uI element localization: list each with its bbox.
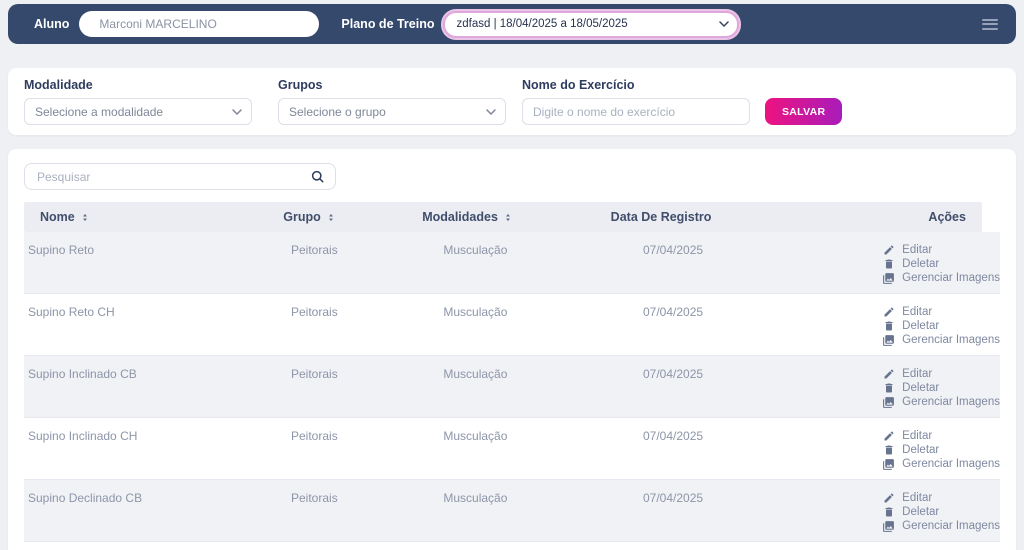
cell-date: 07/04/2025	[642, 491, 704, 505]
cell-actions: Editar Deletar Gerenciar Imagens	[882, 305, 1000, 347]
table-body: Supino Reto Peitorais Musculação 07/04/2…	[24, 232, 1000, 550]
cell-group: Peitorais	[291, 305, 338, 319]
sort-icon	[81, 212, 89, 223]
cell-date: 07/04/2025	[642, 367, 704, 381]
cell-exercise-name: Supino Reto	[28, 243, 95, 257]
manage-images-action[interactable]: Gerenciar Imagens	[882, 457, 1000, 471]
manage-images-action[interactable]: Gerenciar Imagens	[882, 333, 1000, 347]
manage-images-action[interactable]: Gerenciar Imagens	[882, 395, 1000, 409]
groups-label: Grupos	[278, 78, 323, 92]
cell-exercise-name: Supino Inclinado CH	[28, 429, 138, 443]
manage-images-action[interactable]: Gerenciar Imagens	[882, 519, 1000, 533]
exercise-name-input[interactable]	[522, 98, 750, 125]
plan-label: Plano de Treino	[341, 17, 435, 31]
edit-action[interactable]: Editar	[882, 429, 1000, 443]
exercises-table-card: Nome Grupo Modalidades Data De Registro …	[8, 149, 1016, 550]
pencil-icon	[882, 244, 895, 256]
column-header-modalities[interactable]: Modalidades	[422, 210, 512, 224]
edit-action[interactable]: Editar	[882, 305, 1000, 319]
delete-action[interactable]: Deletar	[882, 443, 1000, 457]
table-header: Nome Grupo Modalidades Data De Registro …	[24, 202, 982, 232]
trash-icon	[882, 258, 895, 270]
cell-actions: Editar Deletar Gerenciar Imagens	[882, 367, 1000, 409]
pencil-icon	[882, 368, 895, 380]
exercise-name-label: Nome do Exercício	[522, 78, 635, 92]
cell-date: 07/04/2025	[642, 243, 704, 257]
cell-group: Peitorais	[291, 491, 338, 505]
delete-action[interactable]: Deletar	[882, 319, 1000, 333]
table-row: Supino Reto Peitorais Musculação 07/04/2…	[24, 232, 1000, 294]
column-header-actions: Ações	[928, 210, 966, 224]
training-plan-select[interactable]: zdfasd | 18/04/2025 a 18/05/2025	[442, 10, 739, 38]
cell-modality: Musculação	[443, 243, 508, 257]
edit-action[interactable]: Editar	[882, 243, 1000, 257]
edit-action[interactable]: Editar	[882, 491, 1000, 505]
cell-modality: Musculação	[443, 429, 508, 443]
cell-modality: Musculação	[443, 305, 508, 319]
groups-field: Grupos Selecione o grupo	[278, 78, 506, 125]
student-input[interactable]	[79, 11, 320, 37]
manage-images-action[interactable]: Gerenciar Imagens	[882, 271, 1000, 285]
cell-exercise-name: Supino Reto CH	[28, 305, 115, 319]
search-box	[24, 163, 336, 190]
sort-icon	[504, 212, 512, 223]
images-icon	[882, 396, 895, 409]
trash-icon	[882, 320, 895, 332]
search-icon[interactable]	[310, 169, 325, 184]
delete-action[interactable]: Deletar	[882, 257, 1000, 271]
cell-actions: Editar Deletar Gerenciar Imagens	[882, 243, 1000, 285]
modality-field: Modalidade Selecione a modalidade	[24, 78, 252, 125]
table-row: Supino Declinado CH Peitorais Musculação…	[24, 542, 1000, 550]
filter-card: Modalidade Selecione a modalidade Grupos…	[8, 68, 1016, 135]
sort-icon	[327, 212, 335, 223]
cell-exercise-name: Supino Declinado CB	[28, 491, 143, 505]
modality-select[interactable]: Selecione a modalidade	[24, 98, 252, 125]
images-icon	[882, 458, 895, 471]
cell-group: Peitorais	[291, 367, 338, 381]
delete-action[interactable]: Deletar	[882, 381, 1000, 395]
cell-exercise-name: Supino Inclinado CB	[28, 367, 137, 381]
table-row: Supino Inclinado CH Peitorais Musculação…	[24, 418, 1000, 480]
cell-group: Peitorais	[291, 243, 338, 257]
topbar: Aluno Plano de Treino zdfasd | 18/04/202…	[8, 4, 1016, 44]
groups-select[interactable]: Selecione o grupo	[278, 98, 506, 125]
cell-group: Peitorais	[291, 429, 338, 443]
delete-action[interactable]: Deletar	[882, 505, 1000, 519]
cell-modality: Musculação	[443, 367, 508, 381]
images-icon	[882, 334, 895, 347]
trash-icon	[882, 444, 895, 456]
column-header-name[interactable]: Nome	[24, 210, 235, 224]
pencil-icon	[882, 492, 895, 504]
column-header-group[interactable]: Grupo	[283, 210, 335, 224]
search-input[interactable]	[24, 163, 336, 190]
table-row: Supino Inclinado CB Peitorais Musculação…	[24, 356, 1000, 418]
pencil-icon	[882, 306, 895, 318]
cell-date: 07/04/2025	[642, 429, 704, 443]
modality-label: Modalidade	[24, 78, 93, 92]
save-button[interactable]: SALVAR	[765, 98, 843, 125]
images-icon	[882, 520, 895, 533]
cell-date: 07/04/2025	[642, 305, 704, 319]
exercise-name-field: Nome do Exercício	[522, 78, 750, 125]
student-label: Aluno	[34, 17, 70, 31]
trash-icon	[882, 506, 895, 518]
menu-icon[interactable]	[980, 12, 1000, 36]
trash-icon	[882, 382, 895, 394]
images-icon	[882, 272, 895, 285]
cell-modality: Musculação	[443, 491, 508, 505]
table-row: Supino Reto CH Peitorais Musculação 07/0…	[24, 294, 1000, 356]
edit-action[interactable]: Editar	[882, 367, 1000, 381]
cell-actions: Editar Deletar Gerenciar Imagens	[882, 429, 1000, 471]
cell-actions: Editar Deletar Gerenciar Imagens	[882, 491, 1000, 533]
column-header-date: Data De Registro	[610, 210, 712, 224]
pencil-icon	[882, 430, 895, 442]
table-row: Supino Declinado CB Peitorais Musculação…	[24, 480, 1000, 542]
